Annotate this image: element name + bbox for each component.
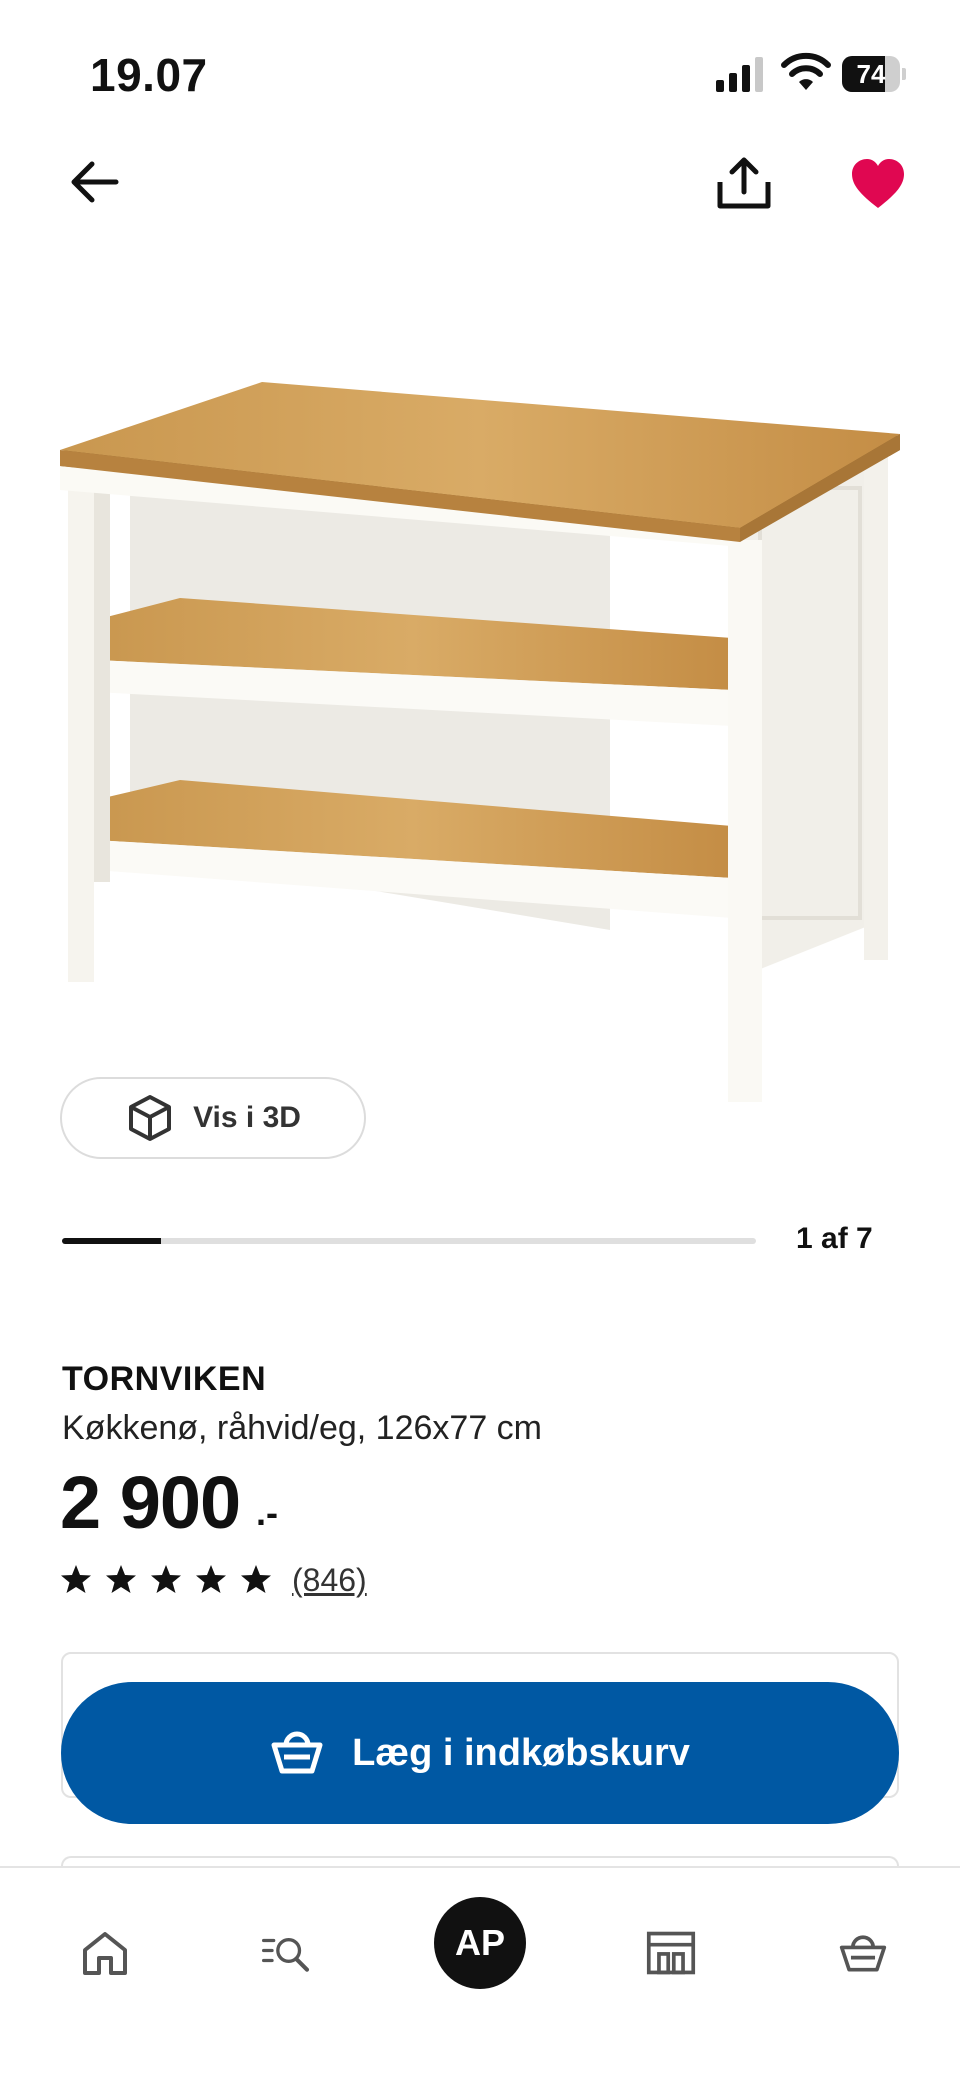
- star-icon: [241, 1565, 271, 1593]
- star-icon: [106, 1565, 136, 1593]
- bottom-tab-bar: AP: [0, 1866, 960, 2081]
- battery-level: 74: [856, 59, 886, 89]
- gallery-progress-fill: [62, 1238, 162, 1244]
- cube-icon: [129, 1095, 172, 1141]
- tab-home[interactable]: [60, 1898, 150, 2008]
- home-icon: [83, 1932, 127, 1975]
- rating-stars[interactable]: [60, 1563, 272, 1599]
- price-suffix: .-: [256, 1492, 278, 1533]
- star-icon: [151, 1565, 181, 1593]
- gallery-progress-bar: [62, 1238, 756, 1244]
- product-name: TORNVIKEN: [62, 1360, 267, 1398]
- add-to-cart-label: Læg i indkøbskurv: [352, 1731, 690, 1774]
- status-time: 19.07: [90, 49, 208, 101]
- tab-search[interactable]: [242, 1898, 332, 2008]
- view-in-3d-label: Vis i 3D: [193, 1101, 301, 1134]
- store-icon: [646, 1931, 696, 1975]
- arrow-left-icon[interactable]: [64, 152, 124, 212]
- cellular-signal-icon: [716, 57, 763, 92]
- product-description: Køkkenø, råhvid/eg, 126x77 cm: [62, 1409, 543, 1447]
- avatar: AP: [434, 1897, 526, 1989]
- wifi-icon: [781, 52, 831, 90]
- tab-stores[interactable]: [626, 1898, 716, 2008]
- basket-icon: [839, 1935, 887, 1972]
- product-image[interactable]: [50, 370, 910, 1110]
- tab-cart[interactable]: [818, 1898, 908, 2008]
- tab-profile[interactable]: AP: [432, 1888, 528, 1998]
- basket-icon: [271, 1731, 323, 1774]
- search-list-icon: [262, 1938, 310, 1972]
- review-count-link[interactable]: (846): [292, 1562, 367, 1599]
- product-price: 2 900: [60, 1461, 241, 1544]
- heart-filled-icon[interactable]: [848, 154, 908, 214]
- star-icon: [61, 1565, 91, 1593]
- view-in-3d-button[interactable]: Vis i 3D: [60, 1077, 366, 1159]
- share-icon[interactable]: [712, 152, 776, 216]
- star-icon: [196, 1565, 226, 1593]
- battery-indicator: 74: [842, 56, 906, 92]
- gallery-position-label: 1 af 7: [796, 1222, 873, 1255]
- add-to-cart-button[interactable]: Læg i indkøbskurv: [61, 1682, 899, 1824]
